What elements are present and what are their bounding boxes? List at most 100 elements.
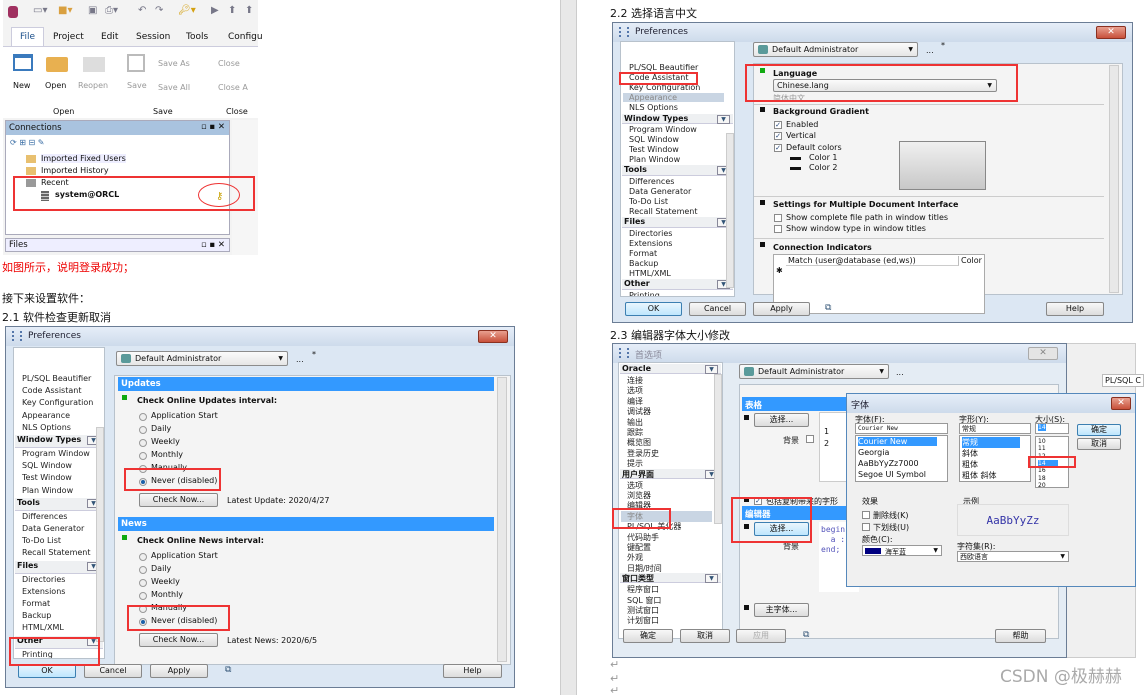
radio-monthly[interactable] bbox=[139, 451, 147, 460]
help-button[interactable]: Help bbox=[443, 664, 502, 678]
key-icon[interactable]: 🔑︎▾ bbox=[178, 5, 196, 16]
nav-item-计划窗口[interactable]: 计划窗口 bbox=[627, 615, 659, 626]
ok-button[interactable]: OK bbox=[625, 302, 682, 316]
new-button[interactable]: New bbox=[13, 81, 30, 90]
nav-item-键配置[interactable]: 键配置 bbox=[627, 542, 651, 553]
nav-item-选项[interactable]: 选项 bbox=[627, 480, 643, 491]
nav-item-directories[interactable]: Directories bbox=[629, 229, 672, 238]
enabled-checkbox[interactable]: ✓ bbox=[774, 121, 782, 129]
table-background-checkbox[interactable] bbox=[806, 435, 814, 443]
tab-tools[interactable]: Tools bbox=[186, 32, 208, 42]
radio-monthly[interactable] bbox=[139, 591, 147, 600]
charset-select[interactable]: 西欧语言 ▼ bbox=[957, 551, 1069, 562]
list-option[interactable]: 11 bbox=[1038, 445, 1046, 452]
nav-item-key-configuration[interactable]: Key Configuration bbox=[22, 398, 93, 407]
nav-item-to-do-list[interactable]: To-Do List bbox=[629, 197, 668, 206]
font-size-input[interactable]: 14 bbox=[1035, 423, 1069, 434]
column-header-color[interactable]: Color bbox=[961, 256, 982, 265]
nav-item-选项[interactable]: 选项 bbox=[627, 385, 643, 396]
font-name-input[interactable]: Courier New bbox=[855, 423, 948, 434]
nav-item-pl-sql-beautifier[interactable]: PL/SQL Beautifier bbox=[629, 63, 698, 72]
nav-item-登录历史[interactable]: 登录历史 bbox=[627, 448, 659, 459]
list-option[interactable]: AaBbYyZz7000 bbox=[858, 459, 919, 468]
color1-swatch[interactable] bbox=[790, 157, 801, 160]
list-option[interactable]: 粗体 bbox=[962, 459, 978, 470]
rollback-icon[interactable]: ⬆ bbox=[245, 5, 253, 16]
settings-scrollbar[interactable] bbox=[497, 377, 507, 662]
help-button[interactable]: 帮助 bbox=[995, 629, 1046, 643]
nav-item-编译[interactable]: 编译 bbox=[627, 396, 643, 407]
nav-group-tools[interactable]: Tools ▼ bbox=[15, 497, 103, 511]
nav-item-sql-window[interactable]: SQL Window bbox=[22, 461, 72, 470]
default-colors-checkbox[interactable]: ✓ bbox=[774, 144, 782, 152]
save-icon[interactable]: ▣ bbox=[88, 5, 97, 16]
nav-item-format[interactable]: Format bbox=[22, 599, 50, 608]
nav-item-backup[interactable]: Backup bbox=[22, 611, 51, 620]
nav-item-data-generator[interactable]: Data Generator bbox=[629, 187, 691, 196]
nav-item-recall-statement[interactable]: Recall Statement bbox=[22, 548, 91, 557]
reopen-button[interactable]: Reopen bbox=[78, 81, 108, 90]
nav-scrollbar[interactable] bbox=[714, 374, 722, 524]
collapse-icon[interactable]: ▼ bbox=[705, 365, 718, 374]
settings-scrollbar[interactable] bbox=[1109, 65, 1119, 293]
nav-item-代码助手[interactable]: 代码助手 bbox=[627, 532, 659, 543]
new-icon[interactable]: ▭▾ bbox=[33, 5, 47, 16]
nav-item-program-window[interactable]: Program Window bbox=[629, 125, 697, 134]
nav-item-pl-sql-beautifier[interactable]: PL/SQL Beautifier bbox=[22, 374, 91, 383]
collapse-icon[interactable]: ▼ bbox=[705, 574, 718, 584]
tab-session[interactable]: Session bbox=[136, 32, 170, 42]
pin-icon[interactable]: ⧉ bbox=[225, 665, 231, 675]
nav-item-extensions[interactable]: Extensions bbox=[629, 239, 672, 248]
profile-dropdown[interactable]: Default Administrator ▼ bbox=[116, 351, 288, 366]
close-button[interactable]: ✕ bbox=[478, 330, 508, 343]
nav-item-nls-options[interactable]: NLS Options bbox=[629, 103, 678, 112]
print-icon[interactable]: ⎙▾ bbox=[105, 5, 118, 16]
pin-icon[interactable]: ⧉ bbox=[825, 303, 831, 313]
nav-group-oracle[interactable]: Oracle ▼ bbox=[620, 364, 721, 374]
cancel-button[interactable]: Cancel bbox=[689, 302, 746, 316]
nav-item-differences[interactable]: Differences bbox=[22, 512, 67, 521]
cancel-button[interactable]: 取消 bbox=[680, 629, 730, 643]
apply-button[interactable]: 应用 bbox=[736, 629, 786, 643]
panel-controls-icon[interactable]: ▫ ▪ ✕ bbox=[201, 122, 225, 132]
nav-item-printing[interactable]: Printing bbox=[629, 291, 660, 296]
nav-item-连接[interactable]: 连接 bbox=[627, 375, 643, 386]
list-option[interactable]: 20 bbox=[1038, 482, 1046, 487]
nav-item-code-assistant[interactable]: Code Assistant bbox=[22, 386, 81, 395]
main-font-button[interactable]: 主字体... bbox=[754, 603, 809, 617]
nav-group-window-types[interactable]: Window Types ▼ bbox=[622, 113, 733, 124]
undo-icon[interactable]: ↶ bbox=[138, 5, 146, 16]
nav-item-appearance[interactable]: Appearance bbox=[623, 93, 724, 103]
close-all-button[interactable]: Close A bbox=[218, 83, 248, 92]
radio-daily[interactable] bbox=[139, 425, 147, 434]
open-folder-icon[interactable]: ■▾ bbox=[58, 5, 72, 16]
list-option[interactable]: 16 bbox=[1038, 467, 1046, 474]
nav-item-程序窗口[interactable]: 程序窗口 bbox=[627, 584, 659, 595]
radio-application-start[interactable] bbox=[139, 413, 147, 421]
font-style-list[interactable]: 常规 斜体 粗体 粗体 斜体 bbox=[959, 435, 1031, 482]
font-list[interactable]: Courier New Georgia AaBbYyZz7000 Segoe UI S… bbox=[855, 435, 948, 482]
nav-item-plan-window[interactable]: Plan Window bbox=[629, 155, 680, 164]
run-icon[interactable]: ▶ bbox=[211, 5, 219, 16]
nav-item-sql-window[interactable]: SQL Window bbox=[629, 135, 679, 144]
cancel-button[interactable]: Cancel bbox=[84, 664, 142, 678]
nav-item-外观[interactable]: 外观 bbox=[627, 552, 643, 563]
nav-item-sql-窗口[interactable]: SQL 窗口 bbox=[627, 595, 661, 606]
list-option[interactable]: Georgia bbox=[858, 448, 889, 457]
radio-daily[interactable] bbox=[139, 565, 147, 574]
ok-button[interactable]: OK bbox=[18, 664, 76, 678]
nav-item-directories[interactable]: Directories bbox=[22, 575, 65, 584]
tab-configure[interactable]: Configu bbox=[228, 32, 263, 42]
save-as-button[interactable]: Save As bbox=[158, 59, 190, 68]
full-path-checkbox[interactable] bbox=[774, 214, 782, 222]
nav-item-输出[interactable]: 输出 bbox=[627, 417, 643, 428]
list-option[interactable]: 斜体 bbox=[962, 448, 978, 459]
underline-checkbox[interactable] bbox=[862, 523, 870, 531]
font-style-input[interactable]: 常规 bbox=[959, 423, 1031, 434]
tree-item-imported-fixed-users[interactable]: Imported Fixed Users bbox=[41, 154, 126, 163]
close-button[interactable]: ✕ bbox=[1096, 26, 1126, 39]
tree-item-imported-history[interactable]: Imported History bbox=[41, 166, 109, 175]
list-option[interactable]: 常规 bbox=[962, 437, 1020, 448]
radio-application-start[interactable] bbox=[139, 553, 147, 561]
profile-more-button[interactable]: ... bbox=[896, 368, 904, 377]
